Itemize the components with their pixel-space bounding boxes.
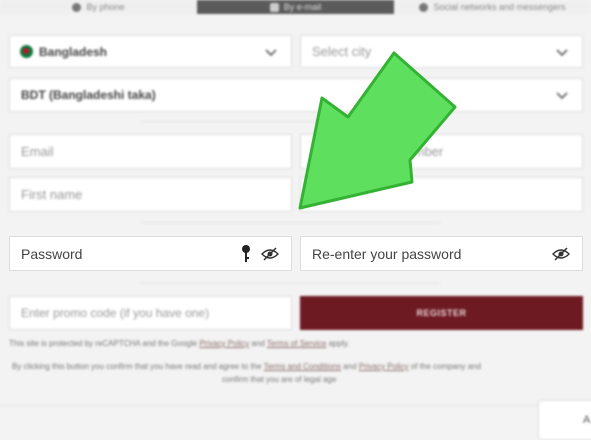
privacy-policy-link[interactable]: Privacy Policy <box>359 362 409 371</box>
chevron-down-icon <box>265 48 277 56</box>
reenter-password-field[interactable]: Re-enter your password <box>300 236 583 271</box>
phone-field[interactable]: Number <box>300 134 583 169</box>
divider <box>140 222 440 223</box>
corner-label: A <box>583 414 591 426</box>
corner-widget[interactable]: A <box>538 400 591 440</box>
tab-social[interactable]: Social networks and messengers <box>394 0 591 14</box>
country-select[interactable]: Bangladesh <box>9 35 292 68</box>
password-field[interactable]: Password <box>9 236 292 271</box>
bangladesh-flag-icon <box>20 45 33 58</box>
divider <box>140 283 440 284</box>
reenter-password-placeholder: Re-enter your password <box>312 245 462 262</box>
phone-icon <box>72 2 82 12</box>
apply-text: apply. <box>328 339 350 348</box>
tab-by-phone[interactable]: By phone <box>0 0 197 14</box>
currency-select[interactable]: BDT (Bangladeshi taka) <box>9 78 583 112</box>
divider <box>0 405 540 406</box>
recaptcha-text: This site is protected by reCAPTCHA and … <box>9 339 198 348</box>
eye-slash-icon[interactable] <box>261 246 279 261</box>
confirm-text: By clicking this button you confirm that… <box>12 362 262 371</box>
and-text: and <box>251 339 265 348</box>
password-placeholder: Password <box>21 245 83 262</box>
recaptcha-notice: This site is protected by reCAPTCHA and … <box>9 339 349 348</box>
first-name-placeholder: First name <box>21 187 83 202</box>
phone-placeholder: Number <box>397 144 444 159</box>
email-icon <box>269 2 279 12</box>
city-select[interactable]: Select city <box>300 35 583 68</box>
legal-age-notice: confirm that you are of legal age <box>222 375 337 384</box>
email-field[interactable]: Email <box>9 134 292 169</box>
city-placeholder: Select city <box>312 44 372 59</box>
terms-and-conditions-link[interactable]: Terms and Conditions <box>264 362 341 371</box>
first-name-field[interactable]: First name <box>9 177 292 212</box>
promo-placeholder: Enter promo code (if you have one) <box>21 306 210 320</box>
registration-tabs: By phone By e-mail Social networks and m… <box>0 0 591 14</box>
chevron-down-icon <box>556 48 568 56</box>
divider <box>140 121 440 122</box>
country-value: Bangladesh <box>39 44 108 59</box>
tab-label: By phone <box>86 2 125 12</box>
last-name-field[interactable] <box>300 177 583 212</box>
email-placeholder: Email <box>21 144 54 159</box>
globe-icon <box>419 2 429 12</box>
tab-label: By e-mail <box>283 2 322 12</box>
key-icon[interactable] <box>241 244 251 264</box>
privacy-policy-link[interactable]: Privacy Policy <box>199 339 249 348</box>
currency-value: BDT (Bangladeshi taka) <box>21 88 156 102</box>
terms-of-service-link[interactable]: Terms of Service <box>267 339 327 348</box>
promo-code-field[interactable]: Enter promo code (if you have one) <box>9 296 292 330</box>
tab-label: Social networks and messengers <box>433 2 566 12</box>
chevron-down-icon <box>556 92 568 100</box>
confirm-notice: By clicking this button you confirm that… <box>12 362 481 371</box>
register-button[interactable]: REGISTER <box>300 296 583 330</box>
tab-by-email[interactable]: By e-mail <box>197 0 394 14</box>
and-text: and <box>343 362 357 371</box>
confirm-suffix-text: of the company and <box>410 362 482 371</box>
eye-slash-icon[interactable] <box>552 246 570 261</box>
